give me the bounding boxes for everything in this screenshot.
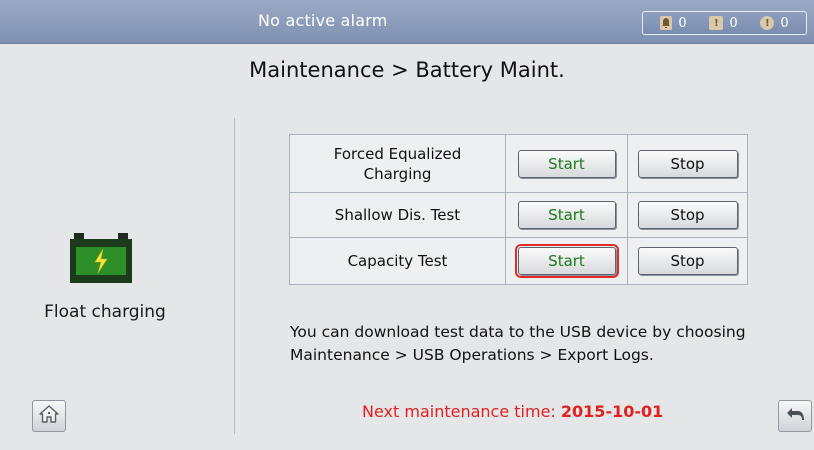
- alarm-status-text: No active alarm: [258, 11, 388, 30]
- alarm-count-bell: 0: [660, 15, 687, 31]
- top-status-bar: No active alarm 0 ! 0 ! 0: [0, 0, 814, 44]
- divider: [234, 118, 235, 434]
- shallow-discharge-start-button[interactable]: Start: [517, 201, 616, 229]
- operation-name: Shallow Dis. Test: [289, 192, 506, 238]
- battery-operations-table: Forced Equalized Charging Start Stop Sha…: [289, 134, 748, 285]
- alert-circle-icon: !: [760, 16, 775, 30]
- operation-name: Capacity Test: [289, 237, 506, 285]
- alarm-count-value: 0: [678, 15, 687, 31]
- next-maintenance-date: 2015-10-01: [560, 402, 664, 421]
- next-maintenance-label: Next maintenance time:: [362, 402, 556, 421]
- operation-name: Forced Equalized Charging: [289, 134, 506, 193]
- capacity-test-start-button[interactable]: Start: [514, 244, 619, 278]
- back-button[interactable]: [778, 400, 812, 432]
- capacity-test-stop-button[interactable]: Stop: [637, 247, 738, 275]
- alarm-count-circle: ! 0: [760, 15, 789, 31]
- battery-charging-icon: [67, 232, 135, 284]
- shallow-discharge-stop-button[interactable]: Stop: [637, 201, 738, 229]
- battery-status-label: Float charging: [44, 302, 166, 322]
- alarm-count-exclamation: ! 0: [709, 15, 738, 31]
- home-button[interactable]: [32, 400, 66, 432]
- alarm-count-value: 0: [780, 15, 789, 31]
- alarm-count-value: 0: [729, 15, 738, 31]
- usb-export-note: You can download test data to the USB de…: [290, 323, 746, 364]
- page-title: Maintenance > Battery Maint.: [249, 58, 565, 82]
- exclamation-icon: !: [709, 16, 724, 30]
- home-icon: [38, 404, 60, 428]
- table-row: Capacity Test Start Stop: [289, 237, 748, 285]
- table-row: Shallow Dis. Test Start Stop: [289, 192, 748, 238]
- table-row: Forced Equalized Charging Start Stop: [289, 134, 748, 193]
- forced-equalized-stop-button[interactable]: Stop: [637, 149, 738, 178]
- forced-equalized-start-button[interactable]: Start: [517, 149, 616, 178]
- back-arrow-icon: [784, 405, 806, 427]
- bell-icon: [660, 16, 673, 30]
- alarm-counter-panel[interactable]: 0 ! 0 ! 0: [642, 11, 807, 35]
- next-maintenance-time: Next maintenance time: 2015-10-01: [362, 402, 663, 421]
